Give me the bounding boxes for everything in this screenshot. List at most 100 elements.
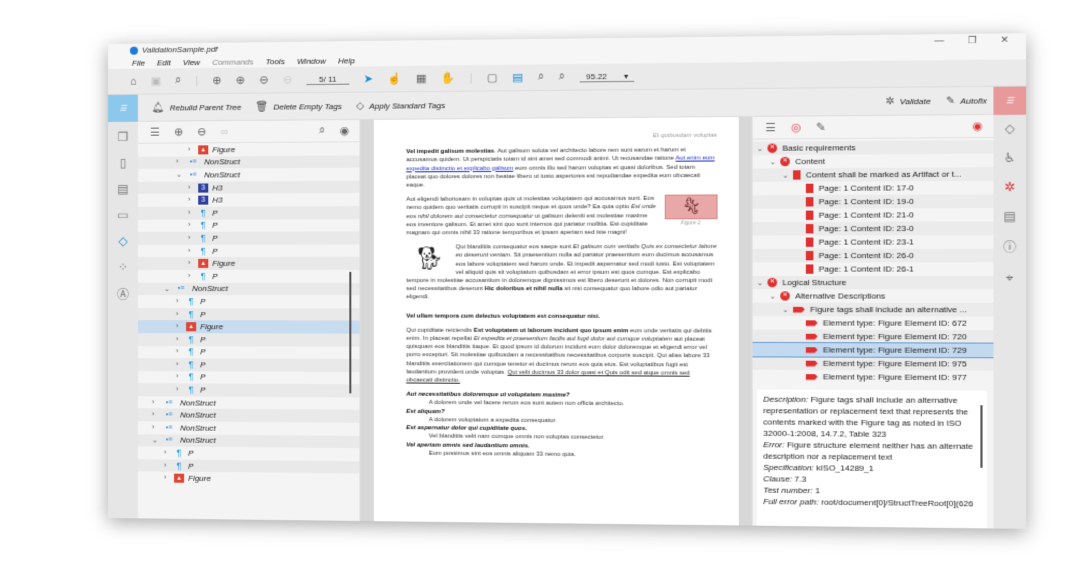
components-icon[interactable]: ⁘ [118, 260, 128, 274]
fit-width-icon[interactable]: ▤ [512, 71, 523, 84]
link-icon[interactable]: ∞ [221, 126, 229, 138]
save-icon[interactable]: ▣ [151, 74, 161, 87]
result-row[interactable]: ⌄ ✕ Content [753, 154, 994, 169]
comments-icon[interactable]: ▭ [117, 208, 128, 222]
result-row[interactable]: ⌄ ✕ Alternative Descriptions [753, 289, 994, 303]
chevron-right-icon[interactable]: › [164, 462, 174, 469]
chevron-right-icon[interactable]: › [176, 311, 186, 318]
result-row[interactable]: ⌄ Content shall be marked as Artifact or … [752, 167, 994, 182]
result-row[interactable]: Element type: Figure Element ID: 975 [752, 356, 994, 371]
tree-row[interactable]: ⌄ ▪≡ NonStruct [138, 168, 360, 182]
result-row[interactable]: Element type: Figure Element ID: 977 [753, 370, 994, 385]
tree-row[interactable]: › ▪≡ NonStruct [137, 155, 360, 170]
eye-icon[interactable]: ◉ [339, 124, 349, 137]
chevron-right-icon[interactable]: › [164, 475, 174, 482]
tree-row[interactable]: › 3 H3 [138, 193, 360, 207]
chevron-right-icon[interactable]: › [188, 273, 198, 280]
result-row[interactable]: Page: 1 Content ID: 23-0 [752, 221, 994, 236]
hand-tool-icon[interactable]: ✋ [441, 71, 455, 84]
chevron-right-icon[interactable]: › [176, 323, 186, 330]
collapse-panel-icon[interactable]: ☰ [765, 121, 776, 134]
chevron-down-icon[interactable]: ⌄ [152, 436, 162, 444]
chevron-right-icon[interactable]: › [188, 260, 198, 267]
result-row[interactable]: ⌄ ✕ Basic requirements [752, 140, 994, 156]
menu-commands[interactable]: Commands [212, 57, 253, 67]
reading-order-icon[interactable]: ◇ [1005, 121, 1015, 136]
menu-file[interactable]: File [132, 58, 145, 67]
zoom-select[interactable]: 95.22 ▾ [579, 71, 635, 82]
result-row[interactable]: Page: 1 Content ID: 26-0 [752, 248, 994, 263]
add-tag-icon[interactable]: ⊕ [174, 125, 183, 138]
touch-icon[interactable]: ☝ [387, 72, 401, 85]
rebuild-parent-tree-button[interactable]: 🔔︎ Rebuild Parent Tree [152, 101, 241, 113]
result-row[interactable]: Element type: Figure Element ID: 720 [752, 329, 994, 344]
chevron-down-icon[interactable]: ⌄ [164, 285, 174, 293]
export-icon[interactable]: ▤ [1004, 209, 1016, 224]
info-icon[interactable]: ⓘ [1003, 238, 1016, 256]
result-row[interactable]: Page: 1 Content ID: 23-1 [753, 235, 994, 249]
forward-icon[interactable]: ⊖ [283, 73, 292, 86]
chevron-right-icon[interactable]: › [188, 247, 198, 254]
maximize-button[interactable]: ❐ [968, 35, 977, 47]
scrollbar[interactable] [349, 271, 352, 394]
chevron-right-icon[interactable]: › [188, 222, 198, 229]
chevron-right-icon[interactable]: › [188, 197, 198, 204]
tree-row[interactable]: › ¶ P [137, 358, 360, 372]
back-icon[interactable]: ⊖ [259, 73, 268, 86]
figure-chameleon[interactable]: 🦎︎ Figure 2 [664, 194, 718, 228]
chevron-right-icon[interactable]: › [152, 424, 162, 431]
chevron-right-icon[interactable]: › [188, 146, 198, 153]
validation-bug-icon[interactable]: ✲ [1004, 180, 1015, 195]
chevron-right-icon[interactable]: › [188, 184, 198, 191]
prev-page-icon[interactable]: ⊕ [212, 74, 221, 87]
chevron-right-icon[interactable]: › [188, 209, 198, 216]
next-page-icon[interactable]: ⊕ [236, 74, 245, 87]
tree-row[interactable]: › ¶ P [138, 244, 360, 257]
apply-standard-tags-button[interactable]: ◇ Apply Standard Tags [356, 99, 445, 111]
tree-row[interactable]: › ¶ P [138, 295, 360, 308]
bookmarks-icon[interactable]: ▯ [120, 156, 127, 170]
page-number-input[interactable]: 5/ 11 [306, 74, 350, 85]
chevron-down-icon[interactable]: ⌄ [176, 171, 186, 179]
tree-row[interactable]: › ▴ Figure [138, 472, 360, 487]
result-row[interactable]: Element type: Figure Element ID: 672 [753, 316, 994, 330]
collapse-panel-icon[interactable]: ☰ [150, 126, 160, 139]
tree-row[interactable]: › ¶ P [138, 270, 360, 283]
menu-edit[interactable]: Edit [157, 58, 171, 67]
tree-row[interactable]: › ¶ P [138, 346, 360, 359]
menu-tools[interactable]: Tools [266, 57, 285, 66]
tree-row[interactable]: › ¶ P [137, 206, 360, 220]
menu-window[interactable]: Window [297, 56, 326, 65]
tree-row[interactable]: › ¶ P [137, 307, 360, 321]
chevron-right-icon[interactable]: › [176, 374, 186, 381]
zoom-out-icon[interactable]: ⌕ [538, 71, 544, 84]
zoom-in-icon[interactable]: ⌕ [559, 70, 565, 83]
tree-row[interactable]: ⌄ ▪≡ NonStruct [137, 282, 360, 296]
document-icon[interactable]: ▤ [117, 182, 128, 196]
validate-button[interactable]: ✲ Validate [885, 95, 930, 107]
chevron-right-icon[interactable]: › [176, 386, 186, 393]
tree-row[interactable]: › ▴ Figure [137, 257, 360, 270]
menu-help[interactable]: Help [338, 56, 355, 65]
result-row[interactable]: Page: 1 Content ID: 26-1 [753, 262, 994, 276]
scrollbar[interactable] [980, 405, 983, 468]
fit-page-icon[interactable]: ▢ [487, 71, 498, 84]
home-icon[interactable]: ⌂ [130, 75, 137, 87]
menu-view[interactable]: View [183, 57, 200, 66]
tree-row[interactable]: › ¶ P [138, 371, 360, 385]
tree-row[interactable]: › ¶ P [137, 231, 360, 245]
chevron-right-icon[interactable]: › [176, 298, 186, 305]
result-row[interactable]: ⌄ Figure tags shall include an alternativ… [752, 302, 994, 317]
result-row[interactable]: ⌄ ✕ Logical Structure [752, 275, 994, 290]
accessibility-icon[interactable]: ♿︎ [1004, 150, 1016, 165]
tree-row[interactable]: › ¶ P [138, 219, 360, 232]
tags-icon[interactable]: ◇ [118, 234, 127, 248]
chevron-right-icon[interactable]: › [164, 450, 174, 457]
location-icon[interactable]: ⌖ [1006, 271, 1013, 287]
select-tool-icon[interactable]: ➤ [364, 72, 373, 85]
pages-icon[interactable]: ❐ [118, 130, 129, 144]
pencil-icon[interactable]: ✎ [816, 120, 826, 134]
tree-row[interactable]: › ▴ Figure [137, 320, 360, 334]
chevron-right-icon[interactable]: › [176, 336, 186, 343]
chevron-right-icon[interactable]: › [176, 361, 186, 368]
